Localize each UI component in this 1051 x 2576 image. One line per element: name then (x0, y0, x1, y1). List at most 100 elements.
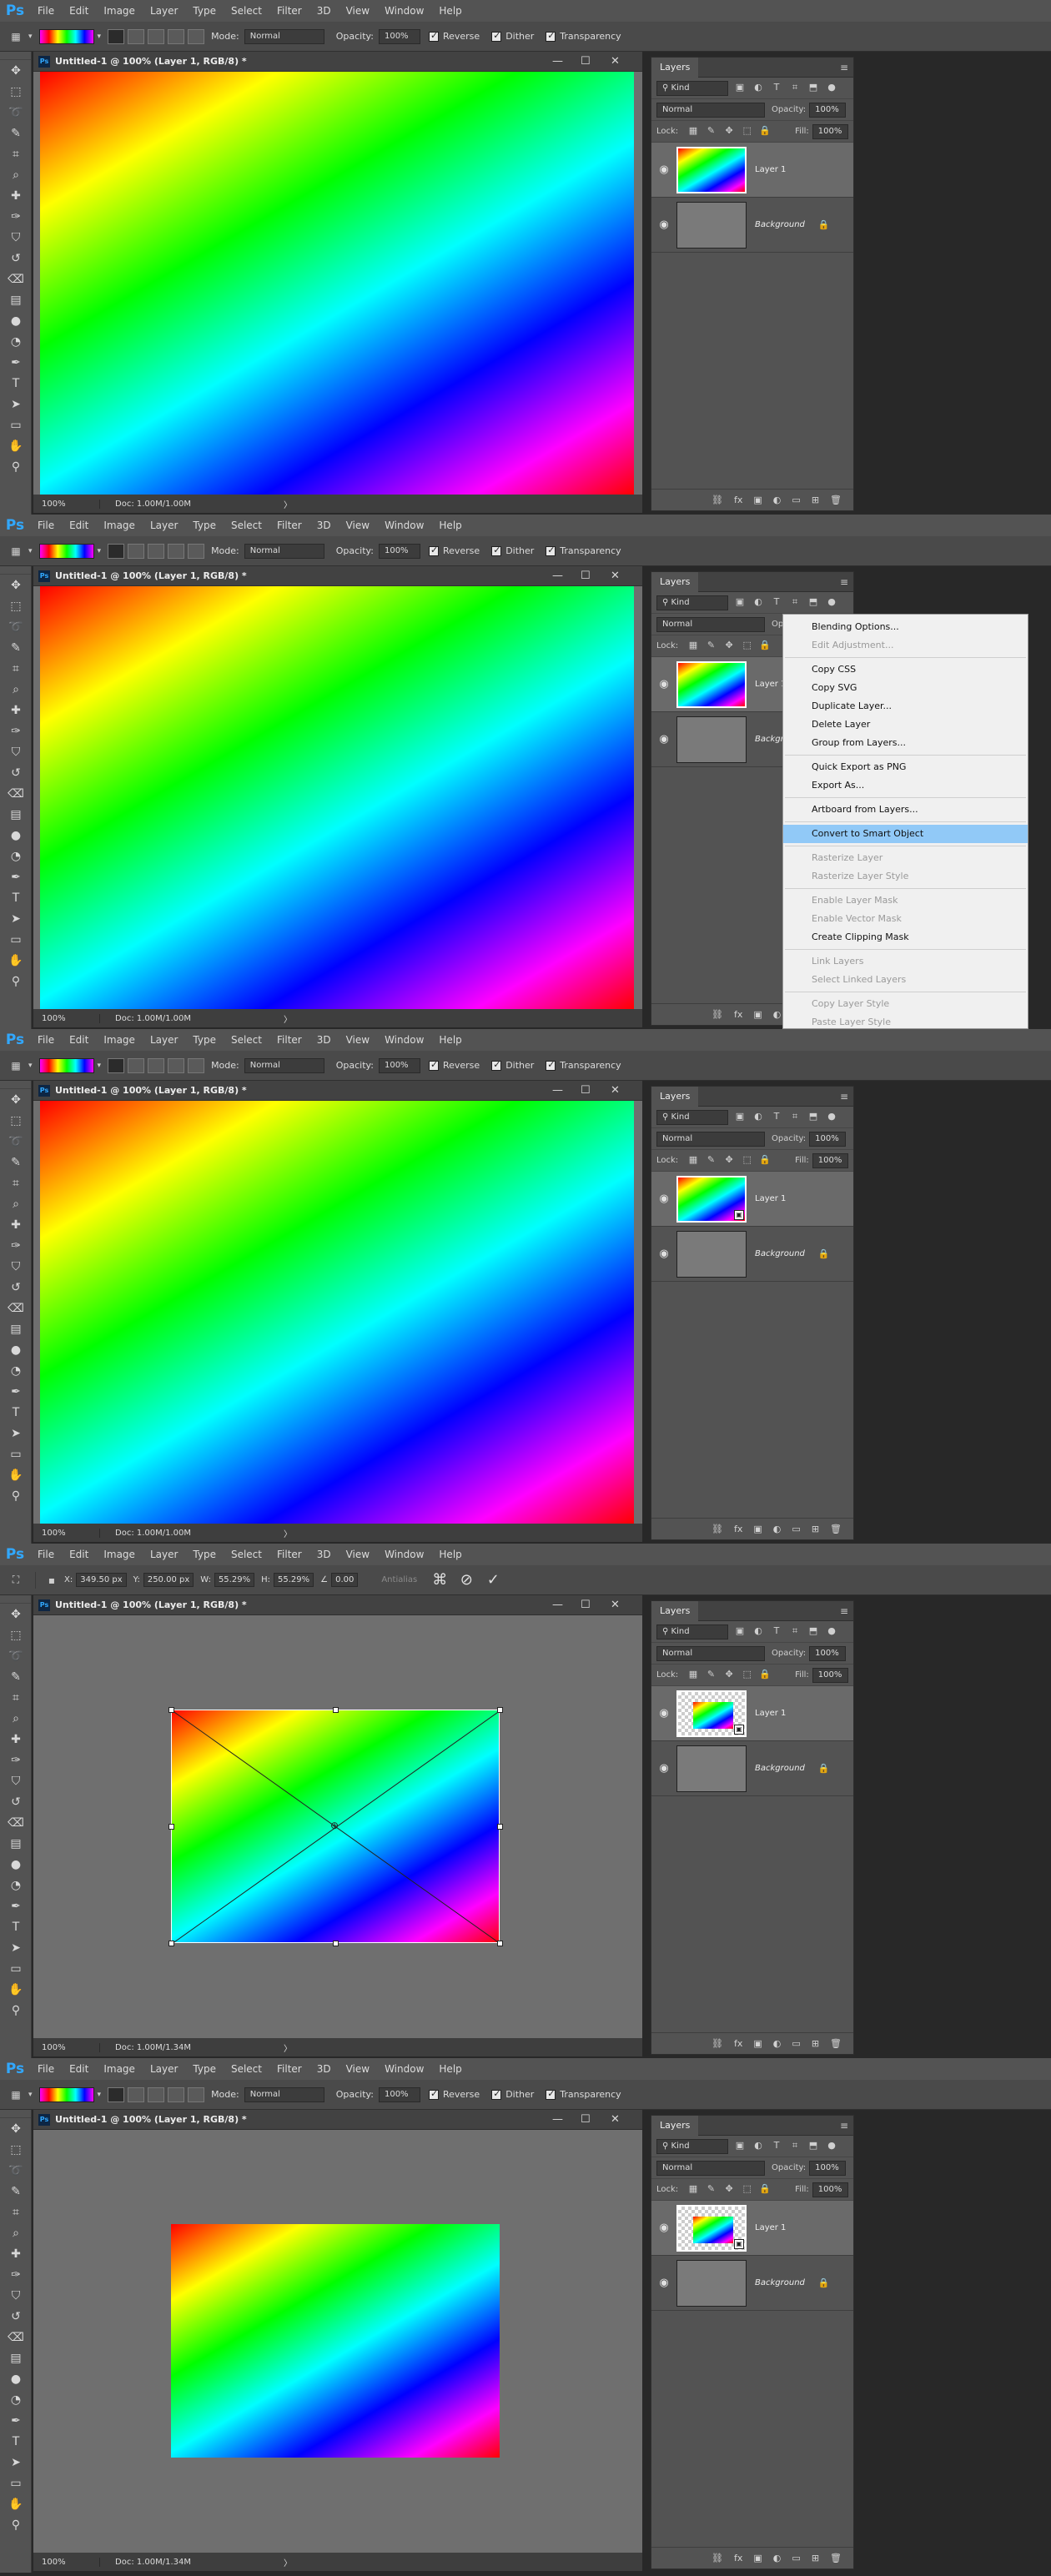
gradient-radial-button[interactable] (128, 2086, 145, 2102)
layer-row-layer-1[interactable]: ◉ ▣ Layer 1 (651, 1686, 853, 1741)
crop-icon[interactable]: ⌗ (0, 658, 32, 679)
chevron-down-icon[interactable]: ▾ (98, 2091, 102, 2099)
layers-tab[interactable]: Layers (651, 1086, 699, 1107)
add-mask-icon[interactable]: ▣ (753, 495, 762, 505)
chevron-right-icon[interactable]: 〉 (284, 2041, 292, 2054)
layer-thumbnail[interactable] (676, 716, 747, 763)
menu-3d[interactable]: 3D (309, 1549, 339, 1560)
link-layers-icon[interactable]: ⛓ (712, 1524, 723, 1534)
gradient-reflected-button[interactable] (168, 2086, 185, 2102)
gradient-radial-button[interactable] (128, 28, 145, 44)
y-value[interactable]: 250.00 px (143, 1573, 194, 1587)
gradient-angle-button[interactable] (148, 2086, 165, 2102)
document-tab[interactable]: Ps Untitled-1 @ 100% (Layer 1, RGB/8) * (33, 566, 642, 586)
maximize-icon[interactable]: ☐ (581, 55, 591, 68)
healing-icon[interactable]: ✚ (0, 2243, 32, 2264)
lock-pixels-icon[interactable]: ✎ (705, 640, 718, 653)
checkbox-check-icon[interactable] (428, 30, 439, 42)
layer-thumbnail[interactable]: ▣ (676, 1175, 747, 1223)
gradient-reflected-button[interactable] (168, 28, 185, 44)
close-icon[interactable]: ✕ (611, 1599, 620, 1611)
opacity-input[interactable]: 100% (378, 28, 420, 44)
transparency-checkbox[interactable]: Transparency (546, 545, 621, 556)
type-icon[interactable]: T (0, 373, 32, 394)
history-brush-icon[interactable]: ↺ (0, 1791, 32, 1812)
checkbox-check-icon[interactable] (546, 1059, 556, 1071)
maximize-icon[interactable]: ☐ (581, 1599, 591, 1611)
lasso-icon[interactable]: ➰ (0, 616, 32, 637)
visibility-eye-icon[interactable]: ◉ (651, 1762, 676, 1775)
hand-icon[interactable]: ✋ (0, 1979, 32, 2000)
gradient-preview[interactable] (38, 543, 94, 559)
menu-filter[interactable]: Filter (269, 5, 309, 17)
dither-checkbox[interactable]: Dither (491, 545, 534, 556)
history-brush-icon[interactable]: ↺ (0, 2306, 32, 2327)
lock-transparent-icon[interactable]: ▦ (686, 1154, 700, 1167)
maximize-icon[interactable]: ☐ (581, 1084, 591, 1097)
zoom-icon[interactable]: ⚲ (0, 1485, 32, 1506)
fill-input[interactable]: 100% (812, 1667, 848, 1683)
menu-item-delete-layer[interactable]: Delete Layer (783, 716, 1028, 734)
layer-thumbnail[interactable] (676, 660, 747, 708)
add-mask-icon[interactable]: ▣ (753, 2038, 762, 2049)
transform-handle[interactable] (333, 1941, 339, 1946)
new-layer-icon[interactable]: ⊞ (812, 2553, 819, 2563)
canvas-area[interactable] (33, 2130, 642, 2553)
menu-image[interactable]: Image (96, 5, 143, 17)
link-layers-icon[interactable]: ⛓ (712, 1009, 723, 1020)
gradient-diamond-button[interactable] (188, 1057, 205, 1073)
kind-filter[interactable]: ⚲ Kind (656, 595, 728, 610)
lock-artboard-icon[interactable]: ⬚ (741, 125, 754, 138)
kind-filter[interactable]: ⚲ Kind (656, 1109, 728, 1125)
new-group-icon[interactable]: ▭ (792, 2038, 800, 2049)
transform-handle[interactable] (168, 1707, 174, 1713)
menu-view[interactable]: View (339, 1549, 377, 1560)
shape-filter-icon[interactable]: ⌗ (788, 82, 802, 95)
marquee-icon[interactable]: ⬚ (0, 2139, 32, 2160)
lock-artboard-icon[interactable]: ⬚ (741, 640, 754, 653)
link-layers-icon[interactable]: ⛓ (712, 2038, 723, 2049)
pen-icon[interactable]: ✒ (0, 352, 32, 373)
history-brush-icon[interactable]: ↺ (0, 762, 32, 783)
layer-thumbnail[interactable] (676, 1745, 747, 1792)
eyedropper-icon[interactable]: ⌕ (0, 1193, 32, 1214)
document-tab[interactable]: Ps Untitled-1 @ 100% (Layer 1, RGB/8) * (33, 2110, 642, 2130)
shape-filter-icon[interactable]: ⌗ (788, 1625, 802, 1639)
menu-item-quick-export-as-png[interactable]: Quick Export as PNG (783, 758, 1028, 776)
brush-icon[interactable]: ✑ (0, 206, 32, 227)
gradient-angle-button[interactable] (148, 1057, 165, 1073)
hand-icon[interactable]: ✋ (0, 435, 32, 456)
layer-row-background[interactable]: ◉ Background 🔒 (651, 198, 853, 253)
type-icon[interactable]: T (0, 2431, 32, 2452)
transform-box[interactable]: ⊕ (168, 1707, 503, 1946)
lock-transparent-icon[interactable]: ▦ (686, 125, 700, 138)
zoom-icon[interactable]: ⚲ (0, 2000, 32, 2021)
zoom-level[interactable]: 100% (33, 1013, 100, 1023)
angle-field[interactable]: ∠ 0.00 (320, 1573, 359, 1587)
pen-icon[interactable]: ✒ (0, 2410, 32, 2431)
healing-icon[interactable]: ✚ (0, 185, 32, 206)
panel-menu-icon[interactable]: ≡ (840, 576, 848, 588)
commit-transform-icon[interactable]: ✓ (482, 1571, 504, 1589)
blend-mode-select[interactable]: Normal (656, 2160, 765, 2176)
type-filter-icon[interactable]: T (770, 1111, 783, 1124)
menu-edit[interactable]: Edit (62, 1549, 96, 1560)
eraser-icon[interactable]: ⌫ (0, 269, 32, 289)
h-value[interactable]: 55.29% (273, 1573, 314, 1587)
type-filter-icon[interactable]: T (770, 596, 783, 610)
shape-filter-icon[interactable]: ⌗ (788, 596, 802, 610)
lock-all-icon[interactable]: 🔒 (758, 640, 772, 653)
gradient-preview[interactable] (38, 28, 94, 44)
layer-style-icon[interactable]: fx (734, 2553, 742, 2563)
transform-handle[interactable] (168, 1941, 174, 1946)
smart-filter-icon[interactable]: ⬒ (807, 1625, 820, 1639)
shape-icon[interactable]: ▭ (0, 929, 32, 950)
reverse-checkbox[interactable]: Reverse (428, 545, 480, 556)
link-layers-icon[interactable]: ⛓ (712, 495, 723, 505)
lock-position-icon[interactable]: ✥ (722, 1154, 736, 1167)
gradient-icon[interactable]: ▤ (0, 1833, 32, 1854)
move-icon[interactable]: ✥ (0, 575, 32, 595)
healing-icon[interactable]: ✚ (0, 1729, 32, 1750)
chevron-down-icon[interactable]: ▾ (28, 2091, 33, 2099)
panel-grip[interactable] (0, 2110, 31, 2118)
